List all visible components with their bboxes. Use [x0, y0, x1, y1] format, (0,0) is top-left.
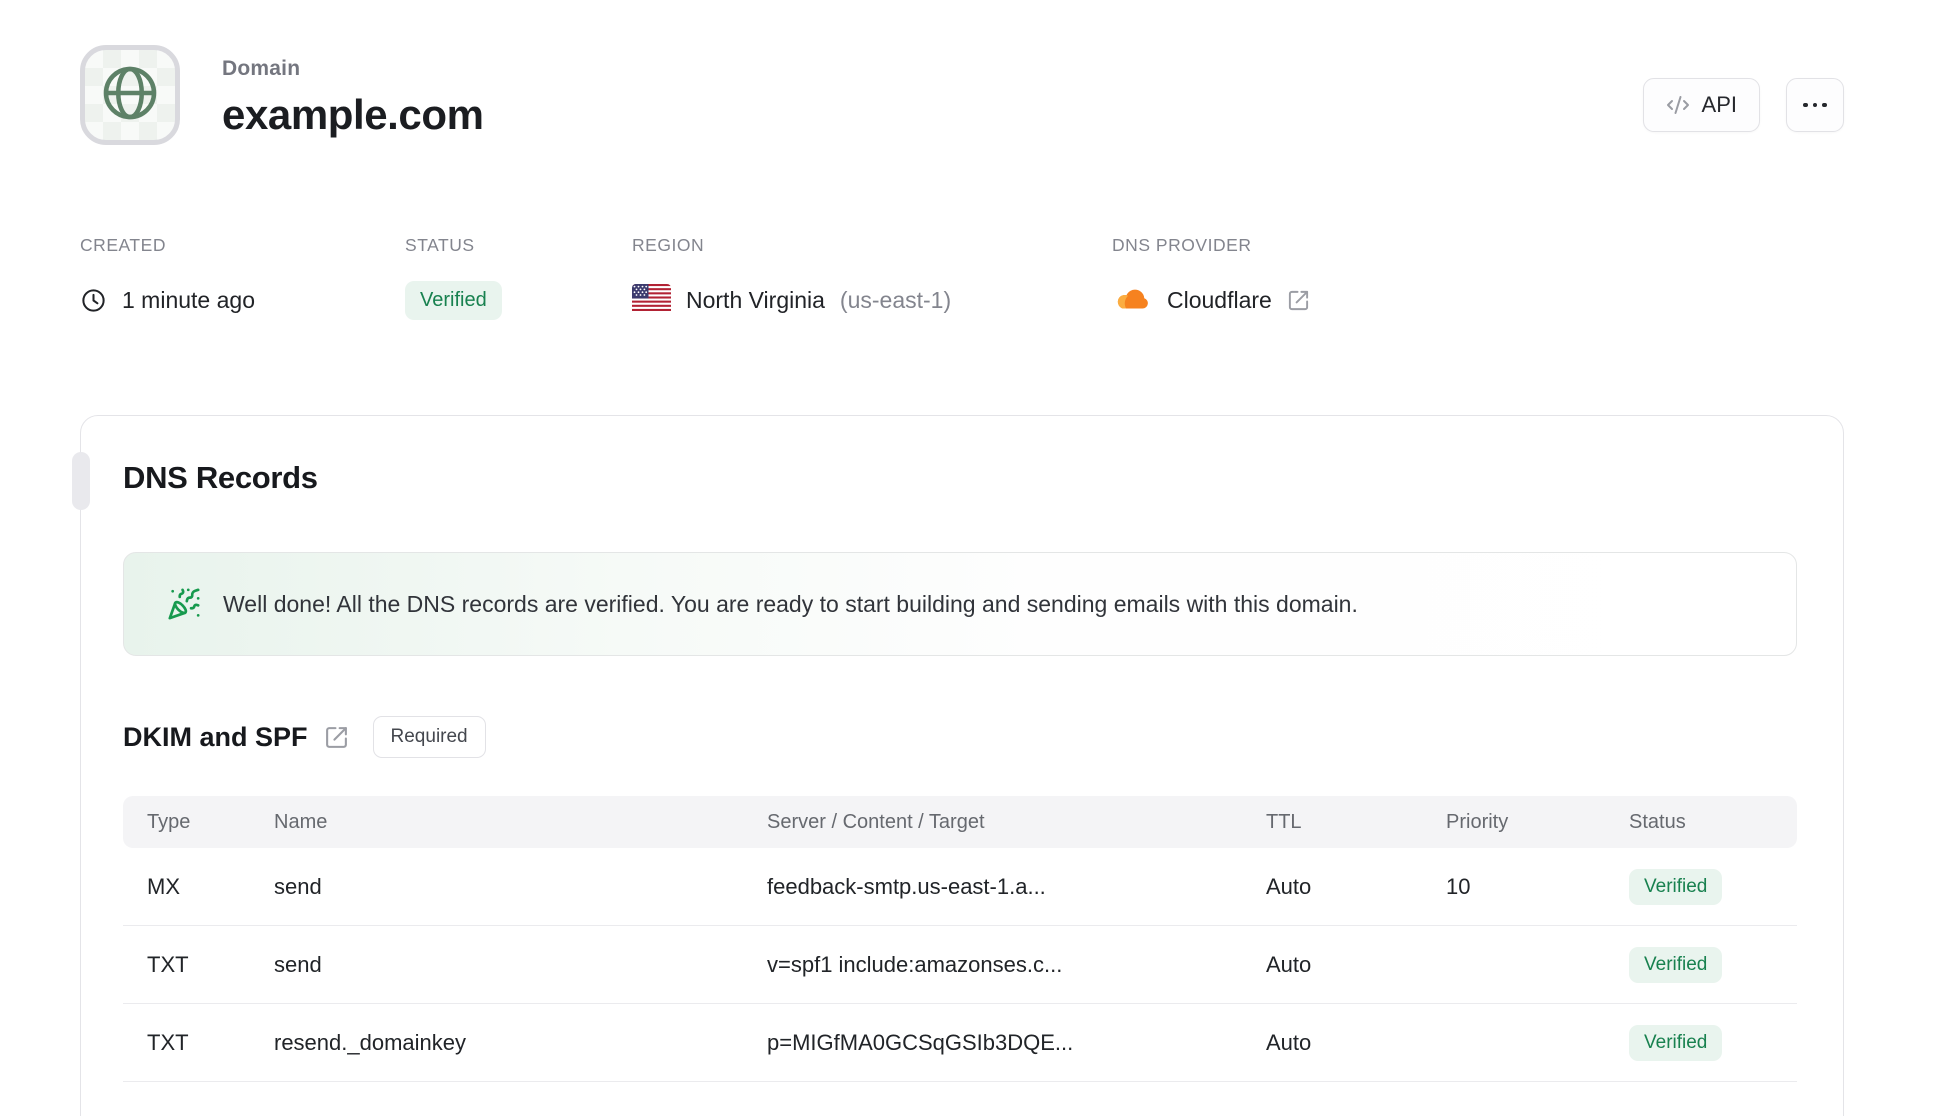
more-button[interactable] — [1786, 78, 1844, 132]
dns-records-card: DNS Records Well done! All the DNS recor… — [72, 415, 1844, 1116]
cell-status: Verified — [1629, 1024, 1797, 1061]
cell-content: feedback-smtp.us-east-1.a... — [767, 873, 1046, 899]
region-code: (us-east-1) — [839, 286, 952, 313]
col-header-priority: Priority — [1446, 810, 1509, 833]
code-icon — [1666, 93, 1690, 117]
external-link-icon[interactable] — [324, 725, 349, 750]
api-button-label: API — [1701, 92, 1737, 117]
dns-records-title: DNS Records — [123, 460, 318, 495]
banner-text: Well done! All the DNS records are verif… — [223, 590, 1358, 617]
page-kicker: Domain — [222, 57, 301, 80]
required-badge: Required — [372, 716, 486, 758]
external-link-icon[interactable] — [1287, 289, 1310, 312]
us-flag-icon — [632, 283, 671, 317]
title-block: Domain example.com — [222, 45, 484, 139]
cell-priority: 10 — [1446, 873, 1471, 899]
header-actions: API — [1642, 45, 1844, 132]
verified-badge: Verified — [1629, 868, 1723, 905]
page-title: example.com — [222, 91, 484, 138]
globe-icon — [98, 61, 162, 130]
cell-type: TXT — [147, 951, 189, 977]
clock-icon — [80, 287, 107, 314]
cell-ttl: Auto — [1266, 951, 1312, 977]
dns-table-body: MX send feedback-smtp.us-east-1.a... Auto 10… — [123, 848, 1797, 1082]
cell-name: send — [274, 873, 322, 899]
ellipsis-icon — [1803, 102, 1808, 108]
domain-meta: CREATED 1 minute ago STATUS Verified REG… — [80, 235, 1844, 320]
cell-status: Verified — [1629, 946, 1797, 983]
dkim-spf-title: DKIM and SPF — [123, 721, 308, 752]
dns-table: Type Name Server / Content / Target TTL … — [123, 796, 1797, 1082]
api-button[interactable]: API — [1642, 78, 1760, 132]
col-header-ttl: TTL — [1266, 810, 1302, 833]
cell-ttl: Auto — [1266, 1029, 1312, 1055]
verified-badge: Verified — [1629, 946, 1723, 983]
cloudflare-icon — [1112, 286, 1152, 314]
dkim-spf-section-head: DKIM and SPF Required — [123, 716, 1797, 758]
status-label: STATUS — [405, 235, 475, 255]
dns-provider-value: Cloudflare — [1167, 286, 1272, 313]
cell-status: Verified — [1629, 868, 1797, 905]
meta-region: REGION North Virginia (us-east-1) — [632, 235, 1112, 320]
verified-badge: Verified — [1629, 1024, 1723, 1061]
dns-table-header: Type Name Server / Content / Target TTL … — [123, 796, 1797, 848]
party-popper-icon — [167, 587, 201, 621]
col-header-status: Status — [1629, 810, 1686, 833]
meta-created: CREATED 1 minute ago — [80, 235, 405, 320]
region-value: North Virginia — [686, 286, 825, 313]
cell-name: resend._domainkey — [274, 1029, 467, 1055]
created-value: 1 minute ago — [122, 286, 255, 313]
cell-type: TXT — [147, 1029, 189, 1055]
table-row: TXT send v=spf1 include:amazonses.c... Auto… — [123, 926, 1797, 1004]
cell-content: p=MIGfMA0GCSqGSIb3DQE... — [767, 1029, 1074, 1055]
success-banner: Well done! All the DNS records are verif… — [123, 552, 1797, 656]
col-header-type: Type — [147, 810, 191, 833]
domain-avatar — [80, 45, 180, 145]
dns-provider-label: DNS PROVIDER — [1112, 235, 1252, 255]
page-header: Domain example.com API — [80, 45, 1844, 145]
status-badge: Verified — [405, 280, 502, 320]
region-label: REGION — [632, 235, 705, 255]
domain-detail-page: Domain example.com API CREATED 1 minute … — [0, 0, 1944, 1116]
col-header-name: Name — [274, 810, 328, 833]
table-row: MX send feedback-smtp.us-east-1.a... Auto 10… — [123, 848, 1797, 926]
meta-status: STATUS Verified — [405, 235, 632, 320]
cell-type: MX — [147, 873, 180, 899]
table-row: TXT resend._domainkey p=MIGfMA0GCSqGSIb3DQ… — [123, 1004, 1797, 1082]
cell-name: send — [274, 951, 322, 977]
cell-content: v=spf1 include:amazonses.c... — [767, 951, 1063, 977]
created-label: CREATED — [80, 235, 166, 255]
col-header-content: Server / Content / Target — [767, 810, 985, 833]
cell-ttl: Auto — [1266, 873, 1312, 899]
meta-dns-provider: DNS PROVIDER Cloudflare — [1112, 235, 1310, 320]
